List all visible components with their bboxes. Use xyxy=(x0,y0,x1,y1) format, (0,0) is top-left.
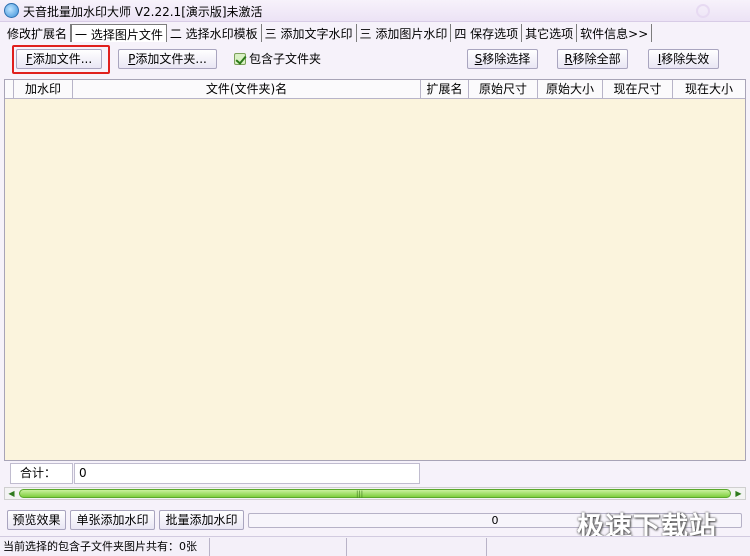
horizontal-scrollbar[interactable]: ◀ ||| ▶ xyxy=(4,487,746,500)
column-header-watermark[interactable]: 加水印 xyxy=(14,80,73,99)
grip-icon: ||| xyxy=(356,490,364,498)
row-selector-header xyxy=(5,80,14,99)
preview-button[interactable]: 预览效果 xyxy=(7,510,66,530)
tab-select-images[interactable]: 一 选择图片文件 xyxy=(71,24,167,42)
status-segment-3 xyxy=(347,538,487,556)
tab-text-watermark[interactable]: 三 添加文字水印 xyxy=(262,24,357,42)
add-folder-button[interactable]: P添加文件夹... xyxy=(118,49,217,69)
remove-invalid-button[interactable]: I移除失效 xyxy=(648,49,719,69)
status-segment-2 xyxy=(210,538,347,556)
tab-strip: 修改扩展名 一 选择图片文件 二 选择水印模板 三 添加文字水印 三 添加图片水… xyxy=(4,24,653,42)
file-toolbar: F添加文件... P添加文件夹... 包含子文件夹 S移除选择 R移除全部 I移… xyxy=(4,43,746,75)
column-header-original-size[interactable]: 原始大小 xyxy=(538,80,603,99)
app-logo-icon xyxy=(4,3,19,18)
status-bar: 当前选择的包含子文件夹图片共有：0张 xyxy=(0,536,750,556)
status-image-count: 当前选择的包含子文件夹图片共有：0张 xyxy=(0,538,210,556)
include-subfolders-checkbox[interactable]: 包含子文件夹 xyxy=(234,50,321,67)
scroll-left-icon[interactable]: ◀ xyxy=(7,489,16,498)
remove-selected-button[interactable]: S移除选择 xyxy=(467,49,538,69)
column-header-extension[interactable]: 扩展名 xyxy=(421,80,469,99)
add-file-button[interactable]: F添加文件... xyxy=(16,49,102,69)
tab-image-watermark[interactable]: 三 添加图片水印 xyxy=(357,24,452,42)
summary-row: 合计： 0 xyxy=(10,463,420,485)
tab-other-options[interactable]: 其它选项 xyxy=(522,24,578,42)
title-bar: 天音批量加水印大师 V2.22.1[演示版]未激活 xyxy=(0,0,750,22)
tab-software-info[interactable]: 软件信息>> xyxy=(577,24,653,42)
column-header-current-dimensions[interactable]: 现在尺寸 xyxy=(603,80,673,99)
status-segment-4 xyxy=(487,538,750,556)
column-header-filename[interactable]: 文件(文件夹)名 xyxy=(73,80,421,99)
remove-all-button[interactable]: R移除全部 xyxy=(557,49,628,69)
summary-value: 0 xyxy=(74,463,420,484)
grid-header: 加水印 文件(文件夹)名 扩展名 原始尺寸 原始大小 现在尺寸 现在大小 xyxy=(5,80,745,99)
column-header-current-size[interactable]: 现在大小 xyxy=(673,80,745,99)
scroll-right-icon[interactable]: ▶ xyxy=(734,489,743,498)
include-subfolders-label: 包含子文件夹 xyxy=(249,52,322,66)
batch-watermark-button[interactable]: 批量添加水印 xyxy=(159,510,244,530)
flower-decor-icon xyxy=(696,4,710,18)
tab-save-options[interactable]: 四 保存选项 xyxy=(451,24,523,42)
checkmark-icon xyxy=(234,52,246,65)
tab-rename-extension[interactable]: 修改扩展名 xyxy=(4,24,72,42)
summary-label: 合计： xyxy=(10,463,73,484)
file-list-grid[interactable]: 加水印 文件(文件夹)名 扩展名 原始尺寸 原始大小 现在尺寸 现在大小 xyxy=(4,79,746,461)
window-title: 天音批量加水印大师 V2.22.1[演示版]未激活 xyxy=(23,5,263,19)
column-header-original-dimensions[interactable]: 原始尺寸 xyxy=(469,80,538,99)
scrollbar-thumb[interactable]: ||| xyxy=(19,489,731,498)
single-watermark-button[interactable]: 单张添加水印 xyxy=(70,510,155,530)
tab-select-template[interactable]: 二 选择水印模板 xyxy=(167,24,262,42)
